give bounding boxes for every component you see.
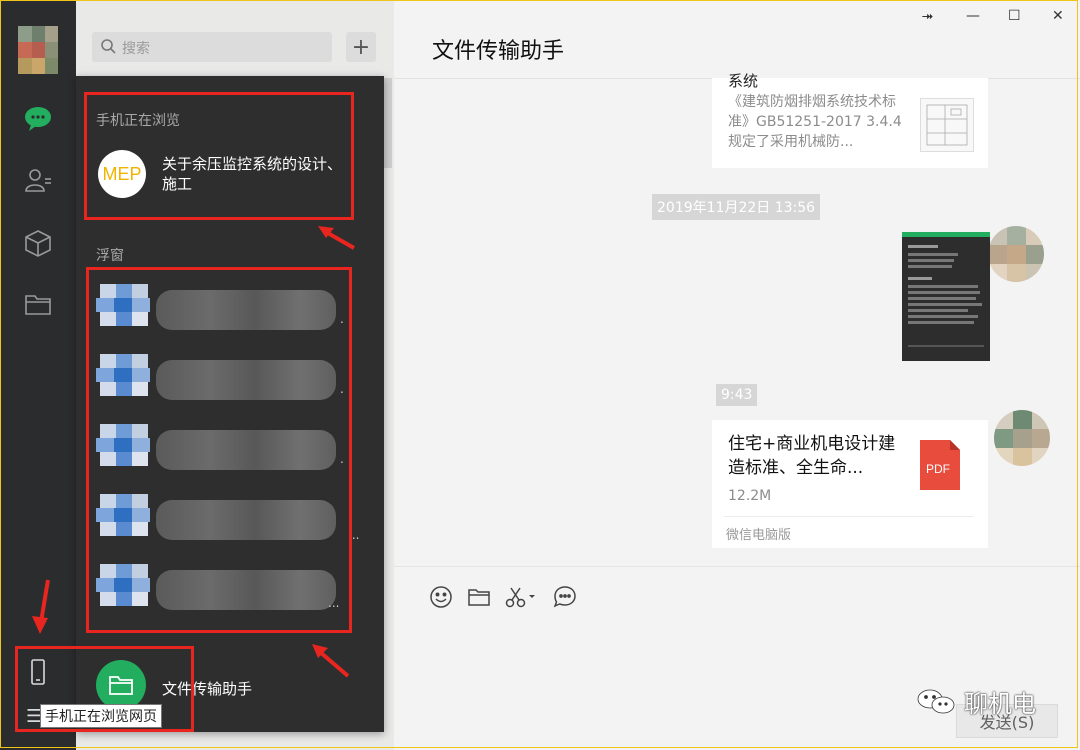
search-icon [100, 38, 116, 58]
annotation-box [86, 267, 352, 633]
annotation-arrow [312, 644, 350, 678]
cube-icon[interactable] [22, 227, 54, 259]
toolbar-divider [394, 566, 1080, 567]
avatar[interactable] [994, 410, 1050, 466]
divider [724, 516, 974, 517]
bubble-icon[interactable] [552, 584, 578, 610]
sidebar-rail: ☰ [0, 0, 76, 750]
article-title-partial: 系统 [728, 72, 759, 90]
add-button[interactable]: + [346, 32, 376, 62]
file-title: 住宅+商业机电设计建造标准、全生命... [728, 434, 896, 478]
chat-window: 文件传输助手 ⯮ — ☐ ✕ 系统 《建筑防烟排烟系统技术标准》GB51251-… [394, 0, 1080, 750]
search-input[interactable]: 搜索 [92, 32, 332, 62]
minimize-button[interactable]: — [966, 8, 980, 24]
avatar[interactable] [988, 226, 1044, 282]
emoji-icon[interactable] [428, 584, 454, 610]
chat-title: 文件传输助手 [432, 39, 565, 64]
annotation-box [84, 92, 354, 220]
annotation-arrow [32, 579, 50, 634]
annotation-box [15, 646, 194, 732]
watermark-text: 聊机电 [964, 690, 1036, 718]
timestamp: 2019年11月22日 13:56 [652, 194, 821, 220]
chat-icon[interactable] [22, 102, 54, 134]
pdf-icon: PDF [920, 440, 960, 490]
file-message[interactable]: 住宅+商业机电设计建造标准、全生命... 12.2M 微信电脑版 PDF [712, 420, 988, 548]
scissors-icon[interactable] [504, 584, 538, 610]
file-icon[interactable] [466, 584, 492, 610]
folder-icon[interactable] [22, 288, 54, 320]
pin-button[interactable]: ⯮ [922, 8, 933, 24]
annotation-arrow [318, 226, 355, 250]
timestamp: 9:43 [716, 384, 758, 406]
maximize-button[interactable]: ☐ [1008, 8, 1021, 24]
avatar[interactable] [18, 26, 58, 74]
contacts-icon[interactable] [22, 164, 54, 196]
floating-heading: 浮窗 [96, 248, 124, 264]
image-message[interactable] [902, 232, 990, 361]
watermark: 聊机电 [916, 684, 1036, 719]
search-placeholder: 搜索 [122, 41, 150, 57]
file-size: 12.2M [728, 488, 772, 504]
file-source: 微信电脑版 [726, 528, 792, 543]
article-message[interactable]: 系统 《建筑防烟排烟系统技术标准》GB51251-2017 3.4.4规定了采用… [712, 72, 988, 168]
chat-header: 文件传输助手 ⯮ — ☐ ✕ [394, 0, 1080, 79]
pdf-label: PDF [926, 462, 950, 476]
close-button[interactable]: ✕ [1052, 8, 1064, 24]
article-excerpt: 《建筑防烟排烟系统技术标准》GB51251-2017 3.4.4规定了采用机械防… [728, 94, 902, 150]
article-thumbnail [920, 98, 974, 152]
